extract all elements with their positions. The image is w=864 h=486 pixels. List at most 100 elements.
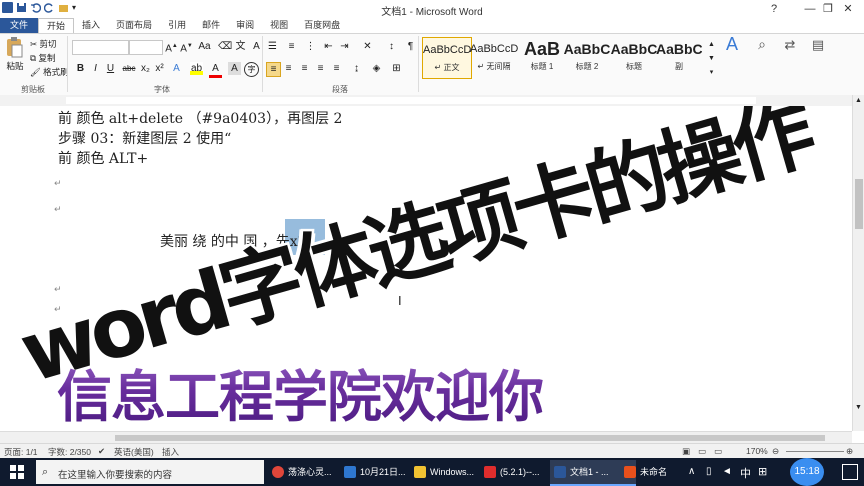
underline-button[interactable]: U: [104, 62, 117, 75]
select-icon[interactable]: ▤: [808, 38, 828, 58]
status-page[interactable]: 页面: 1/1: [4, 446, 38, 458]
enclose-char-icon[interactable]: 字: [244, 62, 259, 77]
paste-button[interactable]: 粘贴: [4, 36, 26, 76]
taskbar-search-box[interactable]: ⌕ 在这里输入你要搜索的内容: [36, 460, 264, 484]
distributed-button[interactable]: ≡: [330, 62, 343, 75]
scroll-up-icon[interactable]: ▲: [855, 97, 862, 104]
status-word-count[interactable]: 字数: 2/350: [48, 446, 91, 458]
shading-icon[interactable]: ◈: [370, 62, 383, 75]
text-effects-icon[interactable]: A: [170, 62, 183, 75]
copy-button[interactable]: ⧉ 复制: [30, 52, 55, 64]
align-center-button[interactable]: ≡: [282, 62, 295, 75]
style-name: 标题: [626, 62, 642, 71]
network-icon[interactable]: ▯: [706, 466, 712, 477]
tab-references[interactable]: 引用: [160, 18, 194, 33]
font-group-label: 字体: [154, 85, 170, 94]
show-marks-icon[interactable]: ¶: [404, 40, 417, 53]
styles-scroll-down-icon[interactable]: ▼: [705, 52, 718, 65]
print-layout-icon[interactable]: ▣: [682, 446, 690, 457]
tab-home[interactable]: 开始: [38, 17, 75, 34]
tray-chevron-icon[interactable]: ∧: [688, 466, 695, 477]
styles-more-icon[interactable]: ▾: [705, 66, 718, 79]
decrease-indent-icon[interactable]: ⇤: [322, 40, 335, 53]
volume-icon[interactable]: ◄: [722, 466, 732, 477]
tab-insert[interactable]: 插入: [74, 18, 108, 33]
style-no-spacing[interactable]: AaBbCcD ↵ 无间隔: [470, 37, 518, 77]
tab-baidu-netdisk[interactable]: 百度网盘: [296, 18, 348, 33]
borders-icon[interactable]: ⊞: [390, 62, 403, 75]
proofing-icon[interactable]: ✔: [98, 446, 105, 457]
style-subtitle[interactable]: AaBbC 副: [656, 37, 702, 77]
ime-mode-icon[interactable]: ⊞: [758, 465, 767, 478]
style-title[interactable]: AaBbC 标题: [610, 37, 658, 77]
style-name: ↵ 无间隔: [477, 62, 511, 71]
folder-icon: [414, 466, 426, 478]
close-button[interactable]: ✕: [830, 0, 864, 18]
clear-format-icon[interactable]: ⌫: [218, 40, 232, 53]
clock[interactable]: 15:18: [790, 458, 824, 486]
font-color-icon[interactable]: A: [209, 62, 222, 78]
reading-layout-icon[interactable]: ▭: [698, 446, 706, 457]
styles-scroll-up-icon[interactable]: ▲: [705, 38, 718, 51]
cut-button[interactable]: ✂ 剪切: [30, 38, 57, 50]
strikethrough-button[interactable]: abc: [120, 62, 138, 75]
vertical-scrollbar[interactable]: ▲ ▼: [852, 95, 864, 431]
search-placeholder: 在这里输入你要搜索的内容: [58, 470, 173, 481]
tab-mailings[interactable]: 邮件: [194, 18, 228, 33]
highlight-icon[interactable]: ab: [190, 62, 203, 75]
font-size-combo[interactable]: [129, 40, 163, 55]
vertical-scroll-thumb[interactable]: [855, 179, 863, 229]
zoom-out-icon[interactable]: ⊖: [772, 446, 779, 457]
tab-view[interactable]: 视图: [262, 18, 296, 33]
shrink-font-icon[interactable]: A▼: [180, 40, 193, 54]
change-case-icon[interactable]: Aa: [198, 40, 211, 53]
notification-icon[interactable]: [842, 464, 858, 480]
phonetic-guide-icon[interactable]: 文: [234, 40, 247, 53]
find-icon[interactable]: ⌕: [752, 37, 772, 58]
superscript-button[interactable]: x²: [153, 62, 166, 75]
scroll-down-icon[interactable]: ▼: [855, 404, 862, 411]
italic-button[interactable]: I: [89, 62, 102, 75]
web-layout-icon[interactable]: ▭: [714, 446, 722, 457]
document-canvas[interactable]: 前 颜色 alt+delete （#9a0403），再图层 2 步骤 03：新建…: [0, 106, 852, 431]
change-styles-icon[interactable]: A: [722, 35, 742, 58]
format-painter-button[interactable]: 🖌 格式刷: [30, 66, 69, 78]
style-heading-1[interactable]: AaB 标题 1: [518, 37, 566, 77]
subscript-button[interactable]: x₂: [139, 62, 152, 75]
style-heading-2[interactable]: AaBbC 标题 2: [563, 37, 611, 77]
style-preview: AaB: [523, 39, 560, 59]
wordart-text[interactable]: 信息工程学院欢迎你: [57, 352, 544, 431]
char-shading-icon[interactable]: A: [228, 62, 241, 75]
zoom-in-icon[interactable]: ⊕: [846, 446, 853, 457]
horizontal-scroll-thumb[interactable]: [115, 435, 825, 441]
tab-review[interactable]: 审阅: [228, 18, 262, 33]
help-button[interactable]: ?: [756, 0, 792, 18]
chinese-layout-icon[interactable]: ✕: [361, 40, 374, 53]
zoom-slider[interactable]: [786, 451, 844, 452]
multilevel-list-icon[interactable]: ⋮: [304, 40, 317, 53]
increase-indent-icon[interactable]: ⇥: [338, 40, 351, 53]
ruler-text-area: [66, 97, 756, 104]
style-normal[interactable]: AaBbCcD ↵ 正文: [422, 37, 472, 79]
bullets-icon[interactable]: ☰: [266, 40, 279, 53]
numbering-icon[interactable]: ≡: [285, 40, 298, 53]
app-icon: [624, 466, 636, 478]
status-language[interactable]: 英语(美国): [114, 446, 154, 458]
tab-file[interactable]: 文件: [0, 18, 39, 33]
replace-icon[interactable]: ⇄: [780, 38, 800, 58]
search-icon: ⌕: [42, 466, 49, 478]
sort-icon[interactable]: ↕: [385, 40, 398, 53]
justify-button[interactable]: ≡: [314, 62, 327, 75]
status-zoom[interactable]: 170%: [746, 446, 768, 456]
font-name-combo[interactable]: [72, 40, 129, 55]
align-right-button[interactable]: ≡: [298, 62, 311, 75]
windows-start-icon[interactable]: [10, 465, 24, 479]
ime-indicator[interactable]: 中: [740, 465, 751, 481]
tab-page-layout[interactable]: 页面布局: [108, 18, 160, 33]
line-spacing-icon[interactable]: ↨: [350, 62, 363, 75]
bold-button[interactable]: B: [74, 62, 87, 75]
taskbar-app-untitled[interactable]: 未命名: [620, 460, 696, 484]
status-insert-mode[interactable]: 插入: [162, 446, 179, 458]
align-left-button[interactable]: ≡: [266, 62, 281, 77]
grow-font-icon[interactable]: A▲: [165, 40, 178, 54]
